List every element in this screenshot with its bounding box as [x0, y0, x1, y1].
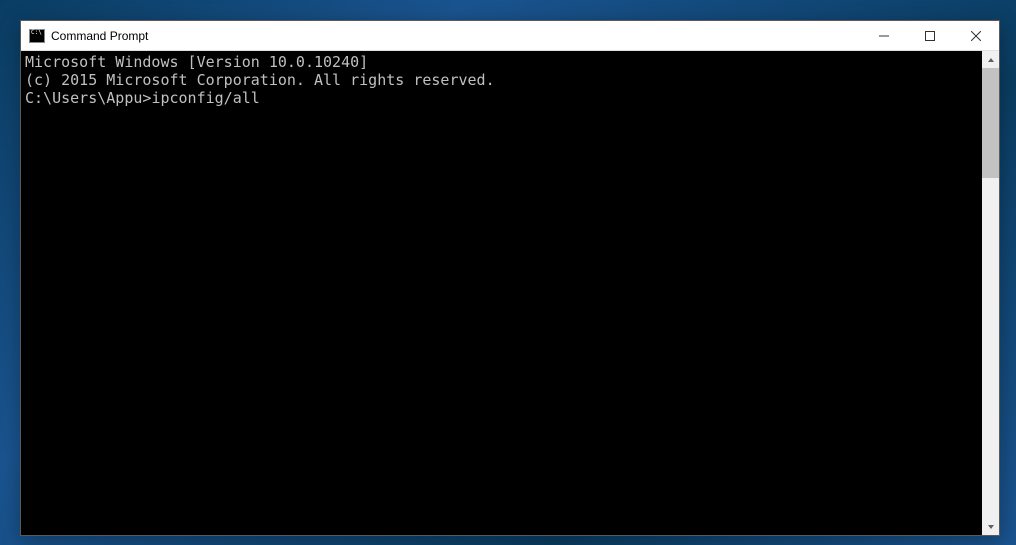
maximize-icon	[925, 31, 935, 41]
maximize-button[interactable]	[907, 21, 953, 50]
terminal-command-input[interactable]: ipconfig/all	[151, 89, 259, 107]
scroll-up-button[interactable]	[982, 51, 999, 68]
scroll-thumb[interactable]	[982, 68, 999, 178]
minimize-icon	[879, 31, 889, 41]
scroll-down-button[interactable]	[982, 518, 999, 535]
terminal-line: Microsoft Windows [Version 10.0.10240]	[25, 53, 978, 71]
command-prompt-window: Command Prompt Microsoft Windows [Versio…	[20, 20, 1000, 536]
terminal-prompt-line: C:\Users\Appu>ipconfig/all	[25, 89, 978, 107]
chevron-up-icon	[987, 56, 995, 64]
terminal-output[interactable]: Microsoft Windows [Version 10.0.10240](c…	[21, 51, 982, 535]
window-title: Command Prompt	[51, 29, 861, 43]
scroll-track[interactable]	[982, 68, 999, 518]
content-area: Microsoft Windows [Version 10.0.10240](c…	[21, 51, 999, 535]
terminal-prompt: C:\Users\Appu>	[25, 89, 151, 107]
chevron-down-icon	[987, 523, 995, 531]
desktop-background: Command Prompt Microsoft Windows [Versio…	[0, 0, 1016, 545]
window-controls	[861, 21, 999, 50]
titlebar[interactable]: Command Prompt	[21, 21, 999, 51]
close-button[interactable]	[953, 21, 999, 50]
minimize-button[interactable]	[861, 21, 907, 50]
cmd-icon	[29, 28, 45, 44]
close-icon	[971, 31, 981, 41]
terminal-line: (c) 2015 Microsoft Corporation. All righ…	[25, 71, 978, 89]
vertical-scrollbar[interactable]	[982, 51, 999, 535]
